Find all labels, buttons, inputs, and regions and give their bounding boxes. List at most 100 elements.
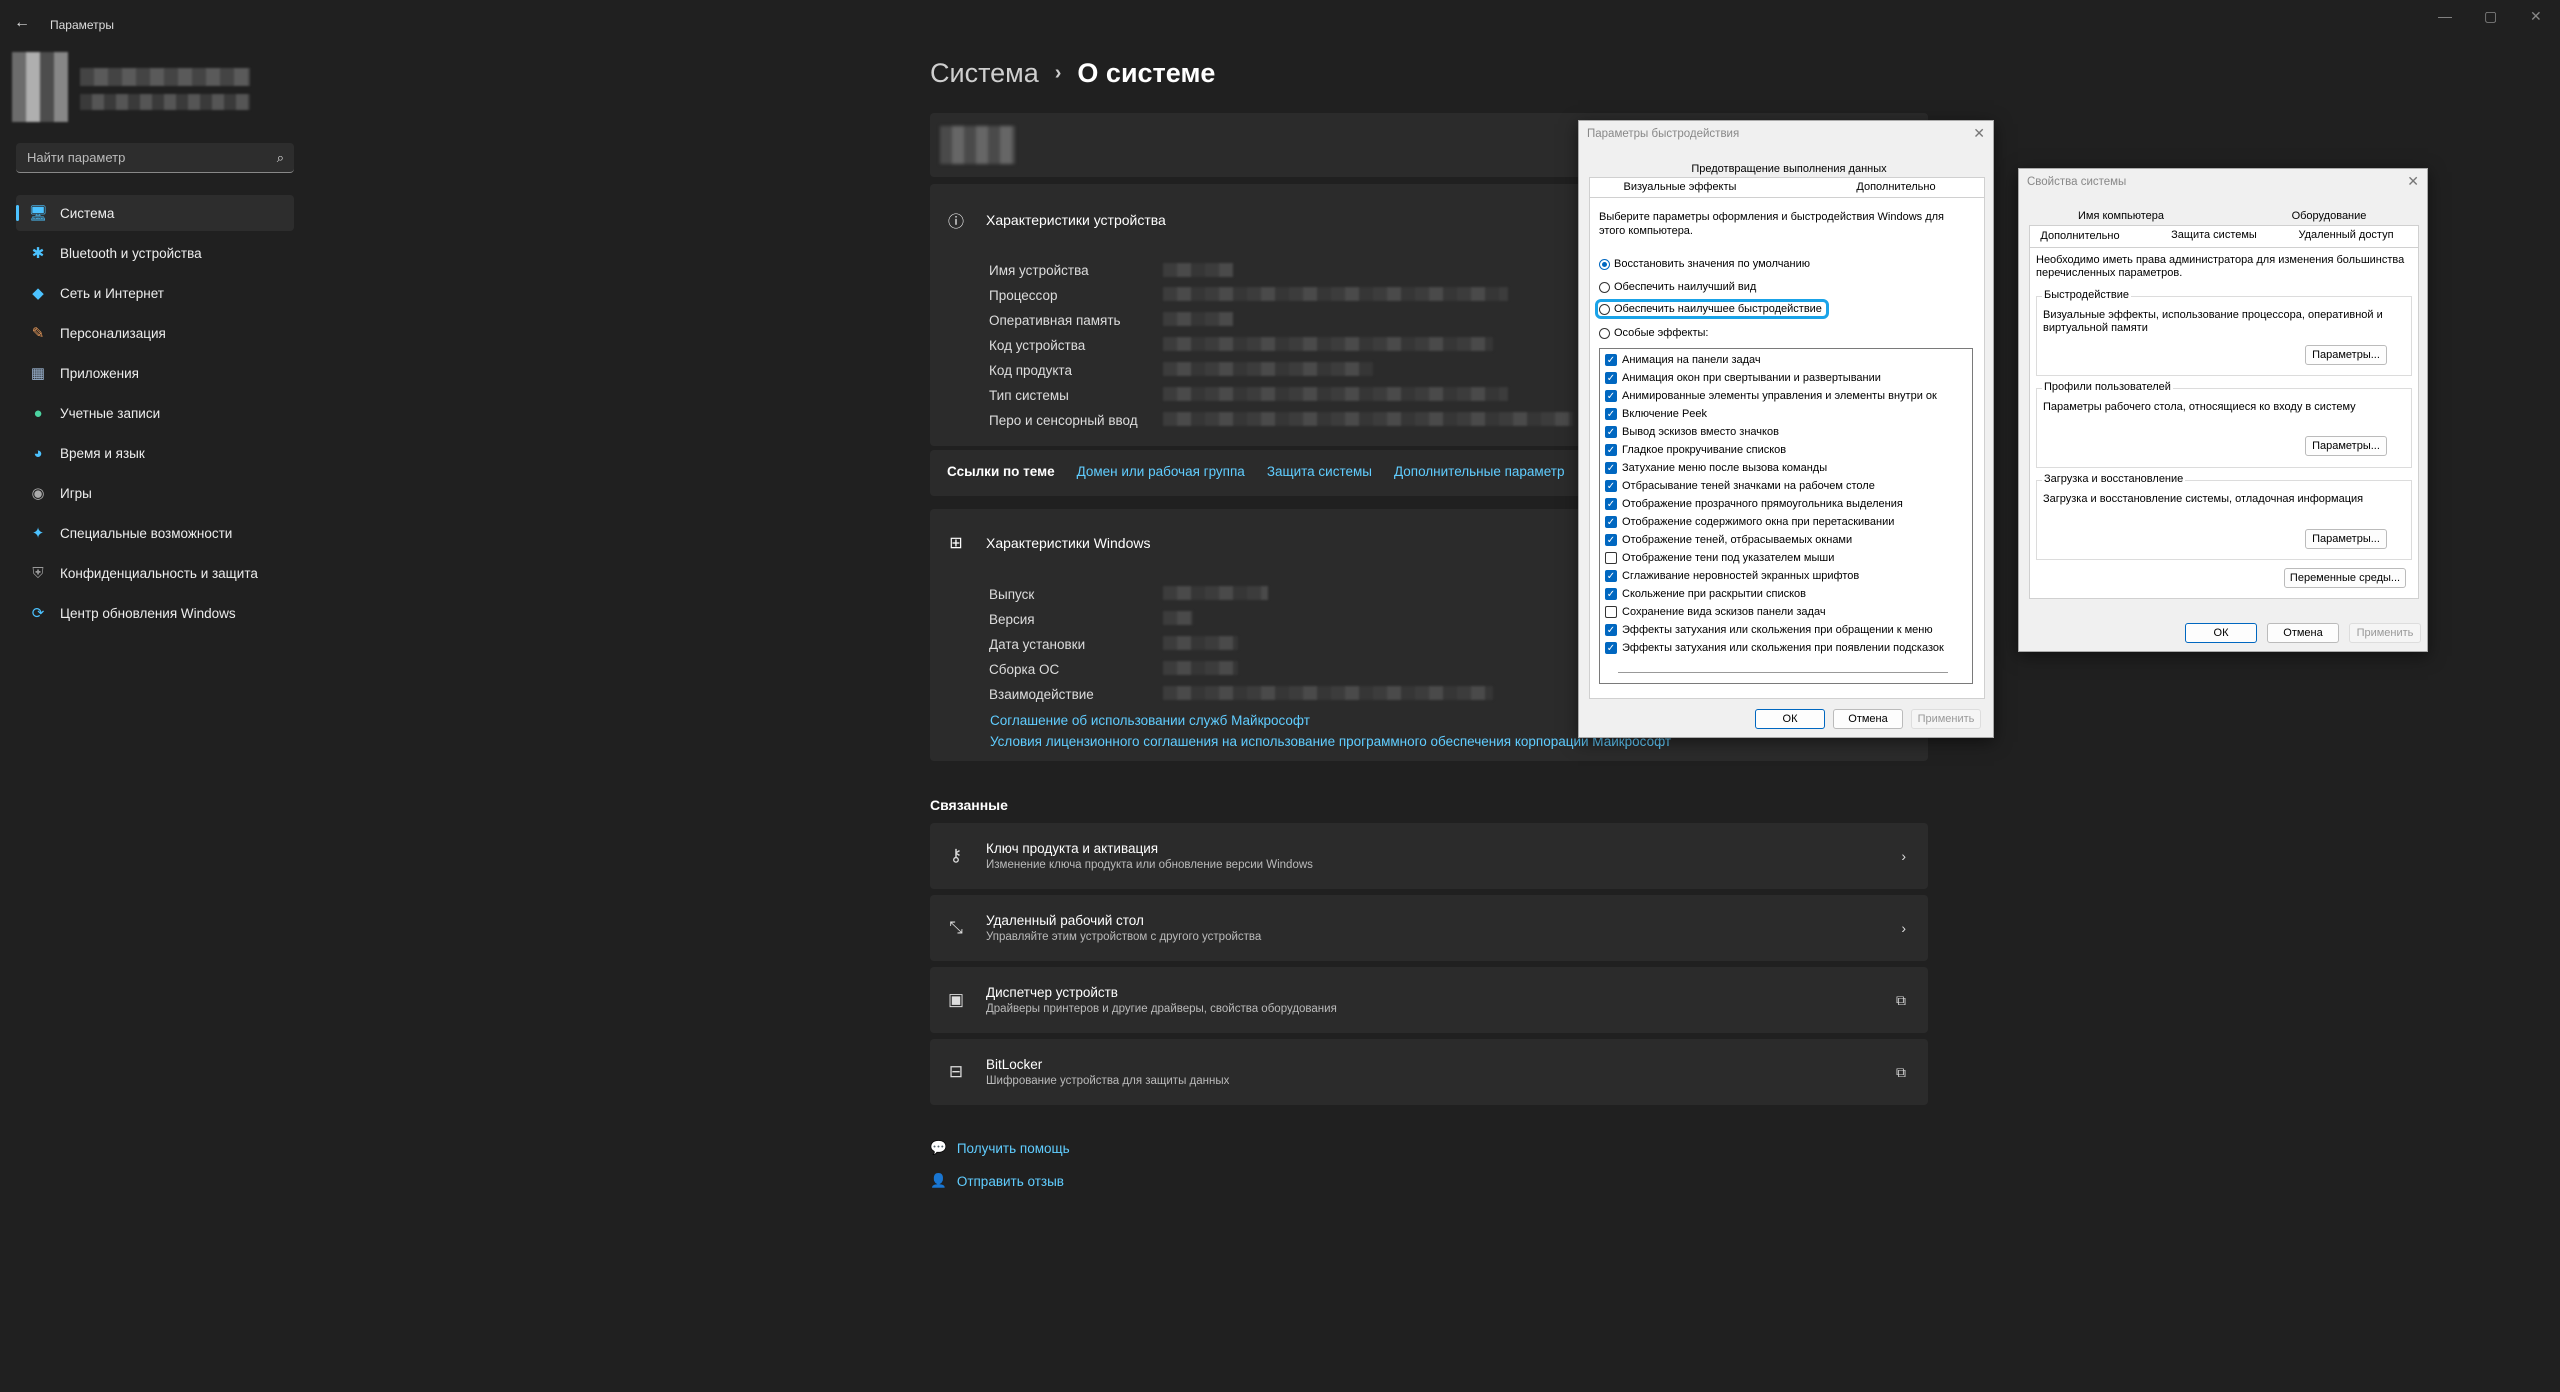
get-help-link[interactable]: 💬 Получить помощь [930,1140,1070,1156]
related-bitlocker[interactable]: ⊟ BitLocker Шифрование устройства для защ… [930,1039,1928,1105]
cancel-button[interactable]: Отмена [1833,709,1903,729]
environment-variables-button[interactable]: Переменные среды... [2284,568,2406,588]
sidebar-item-bluetooth[interactable]: ✱ Bluetooth и устройства [16,235,294,271]
radio-custom[interactable]: Особые эффекты: [1599,327,1708,339]
checkbox-checked[interactable]: ✓ [1605,354,1617,366]
effect-checkbox-row[interactable]: ✓ Гладкое прокручивание списков [1600,441,1972,459]
device-specs-header[interactable]: ⓘ Характеристики устройства [944,208,1166,232]
radio-best-appearance[interactable]: Обеспечить наилучший вид [1599,281,1756,293]
effect-checkbox-row[interactable]: ✓ Анимация окон при свертывании и разверт… [1600,369,1972,387]
ok-button[interactable]: ОК [2185,623,2257,643]
sidebar-item-privacy[interactable]: ⛨ Конфиденциальность и защита [16,555,294,591]
related-product-key[interactable]: ⚷ Ключ продукта и активация Изменение клю… [930,823,1928,889]
link-system-protection[interactable]: Защита системы [1267,464,1372,479]
effect-checkbox-row[interactable]: ✓ Скольжение при раскрытии списков [1600,585,1972,603]
minimize-button[interactable]: — [2438,8,2452,24]
profiles-settings-button[interactable]: Параметры... [2305,436,2387,456]
feedback-label[interactable]: Отправить отзыв [957,1174,1064,1189]
section-title: Характеристики Windows [986,535,1151,551]
performance-settings-button[interactable]: Параметры... [2305,345,2387,365]
apply-button[interactable]: Применить [1911,709,1981,729]
effect-checkbox-row[interactable]: ✓ Отображение прозрачного прямоугольника … [1600,495,1972,513]
feedback-link[interactable]: 👤 Отправить отзыв [930,1173,1064,1189]
radio-best-performance[interactable]: Обеспечить наилучшее быстродействие [1595,299,1829,319]
tab-system-protection[interactable]: Защита системы [2159,229,2269,241]
effect-checkbox-row[interactable]: ✓ Отбрасывание теней значками на рабочем … [1600,477,1972,495]
tab-visual-effects[interactable]: Визуальные эффекты [1610,181,1750,193]
sidebar-item-personalization[interactable]: ✎ Персонализация [16,315,294,351]
checkbox-checked[interactable]: ✓ [1605,390,1617,402]
checkbox-checked[interactable]: ✓ [1605,462,1617,474]
link-license-terms[interactable]: Условия лицензионного соглашения на испо… [990,734,1671,749]
radio-button-checked[interactable] [1599,258,1610,270]
radio-default[interactable]: Восстановить значения по умолчанию [1599,258,1810,270]
effect-checkbox-row[interactable]: ✓ Включение Peek [1600,405,1972,423]
checkbox-checked[interactable]: ✓ [1605,372,1617,384]
effect-checkbox-row[interactable]: ✓ Сглаживание неровностей экранных шрифто… [1600,567,1972,585]
close-button[interactable]: ✕ [2530,8,2542,25]
effect-checkbox-row[interactable]: ✓ Эффекты затухания или скольжения при по… [1600,639,1972,657]
tab-advanced[interactable]: Дополнительно [1841,181,1951,193]
close-icon[interactable]: ✕ [1973,125,1985,142]
effect-checkbox-row[interactable]: ✓ Затухание меню после вызова команды [1600,459,1972,477]
sidebar-item-apps[interactable]: ▦ Приложения [16,355,294,391]
radio-button[interactable] [1599,281,1610,293]
sidebar-item-accessibility[interactable]: ✦ Специальные возможности [16,515,294,551]
tab-remote[interactable]: Удаленный доступ [2291,229,2401,241]
radio-button[interactable] [1599,303,1610,315]
effects-list[interactable]: ✓ Анимация на панели задач ✓ Анимация окон … [1599,348,1973,684]
sidebar-item-gaming[interactable]: ◉ Игры [16,475,294,511]
related-remote-desktop[interactable]: ⤡ Удаленный рабочий стол Управляйте этим … [930,895,1928,961]
tab-advanced[interactable]: Дополнительно [2040,230,2120,242]
breadcrumb-parent[interactable]: Система [930,58,1039,89]
sidebar-item-accounts[interactable]: ● Учетные записи [16,395,294,431]
link-advanced-settings[interactable]: Дополнительные параметр [1394,464,1564,479]
effect-checkbox-row[interactable]: ✓ Эффекты затухания или скольжения при об… [1600,621,1972,639]
horizontal-scrollbar[interactable] [1618,672,1948,673]
checkbox-checked[interactable]: ✓ [1605,588,1617,600]
related-device-manager[interactable]: ▣ Диспетчер устройств Драйверы принтеров … [930,967,1928,1033]
tab-hardware[interactable]: Оборудование [2269,210,2389,222]
radio-button[interactable] [1599,327,1610,339]
tab-computer-name[interactable]: Имя компьютера [2051,210,2191,222]
effect-checkbox-row[interactable]: ✓ Анимация на панели задач [1600,351,1972,369]
effect-checkbox-row[interactable]: ✓ Отображение содержимого окна при перета… [1600,513,1972,531]
get-help-label[interactable]: Получить помощь [957,1141,1070,1156]
checkbox-checked[interactable]: ✓ [1605,444,1617,456]
effect-checkbox-row[interactable]: ✓ Отображение теней, отбрасываемых окнами [1600,531,1972,549]
sidebar-item-network[interactable]: ◆ Сеть и Интернет [16,275,294,311]
back-icon[interactable]: ← [14,14,30,32]
tab-dep[interactable]: Предотвращение выполнения данных [1639,163,1939,175]
link-services-agreement[interactable]: Соглашение об использовании служб Майкро… [990,713,1310,728]
avatar[interactable] [12,52,68,122]
windows-specs-header[interactable]: ⊞ Характеристики Windows [944,533,1151,553]
checkbox-checked[interactable]: ✓ [1605,534,1617,546]
close-icon[interactable]: ✕ [2407,173,2419,190]
search-input[interactable] [16,143,256,172]
apply-button[interactable]: Применить [2349,623,2421,643]
checkbox[interactable] [1605,552,1617,564]
startup-settings-button[interactable]: Параметры... [2305,529,2387,549]
checkbox-checked[interactable]: ✓ [1605,642,1617,654]
search-icon[interactable]: ⌕ [277,150,284,166]
checkbox-checked[interactable]: ✓ [1605,498,1617,510]
checkbox-checked[interactable]: ✓ [1605,426,1617,438]
search-box[interactable]: ⌕ [16,143,294,173]
sidebar-item-windows-update[interactable]: ⟳ Центр обновления Windows [16,595,294,631]
checkbox-checked[interactable]: ✓ [1605,624,1617,636]
sidebar-item-system[interactable]: 🖥 Система [16,195,294,231]
maximize-button[interactable]: ▢ [2484,8,2497,25]
effect-checkbox-row[interactable]: Сохранение вида эскизов панели задач [1600,603,1972,621]
link-domain-workgroup[interactable]: Домен или рабочая группа [1077,464,1245,479]
effect-checkbox-row[interactable]: Отображение тени под указателем мыши [1600,549,1972,567]
checkbox[interactable] [1605,606,1617,618]
checkbox-checked[interactable]: ✓ [1605,570,1617,582]
effect-checkbox-row[interactable]: ✓ Анимированные элементы управления и эле… [1600,387,1972,405]
checkbox-checked[interactable]: ✓ [1605,480,1617,492]
effect-checkbox-row[interactable]: ✓ Вывод эскизов вместо значков [1600,423,1972,441]
sidebar-item-time-language[interactable]: ◕ Время и язык [16,435,294,471]
checkbox-checked[interactable]: ✓ [1605,516,1617,528]
ok-button[interactable]: ОК [1755,709,1825,729]
checkbox-checked[interactable]: ✓ [1605,408,1617,420]
cancel-button[interactable]: Отмена [2267,623,2339,643]
